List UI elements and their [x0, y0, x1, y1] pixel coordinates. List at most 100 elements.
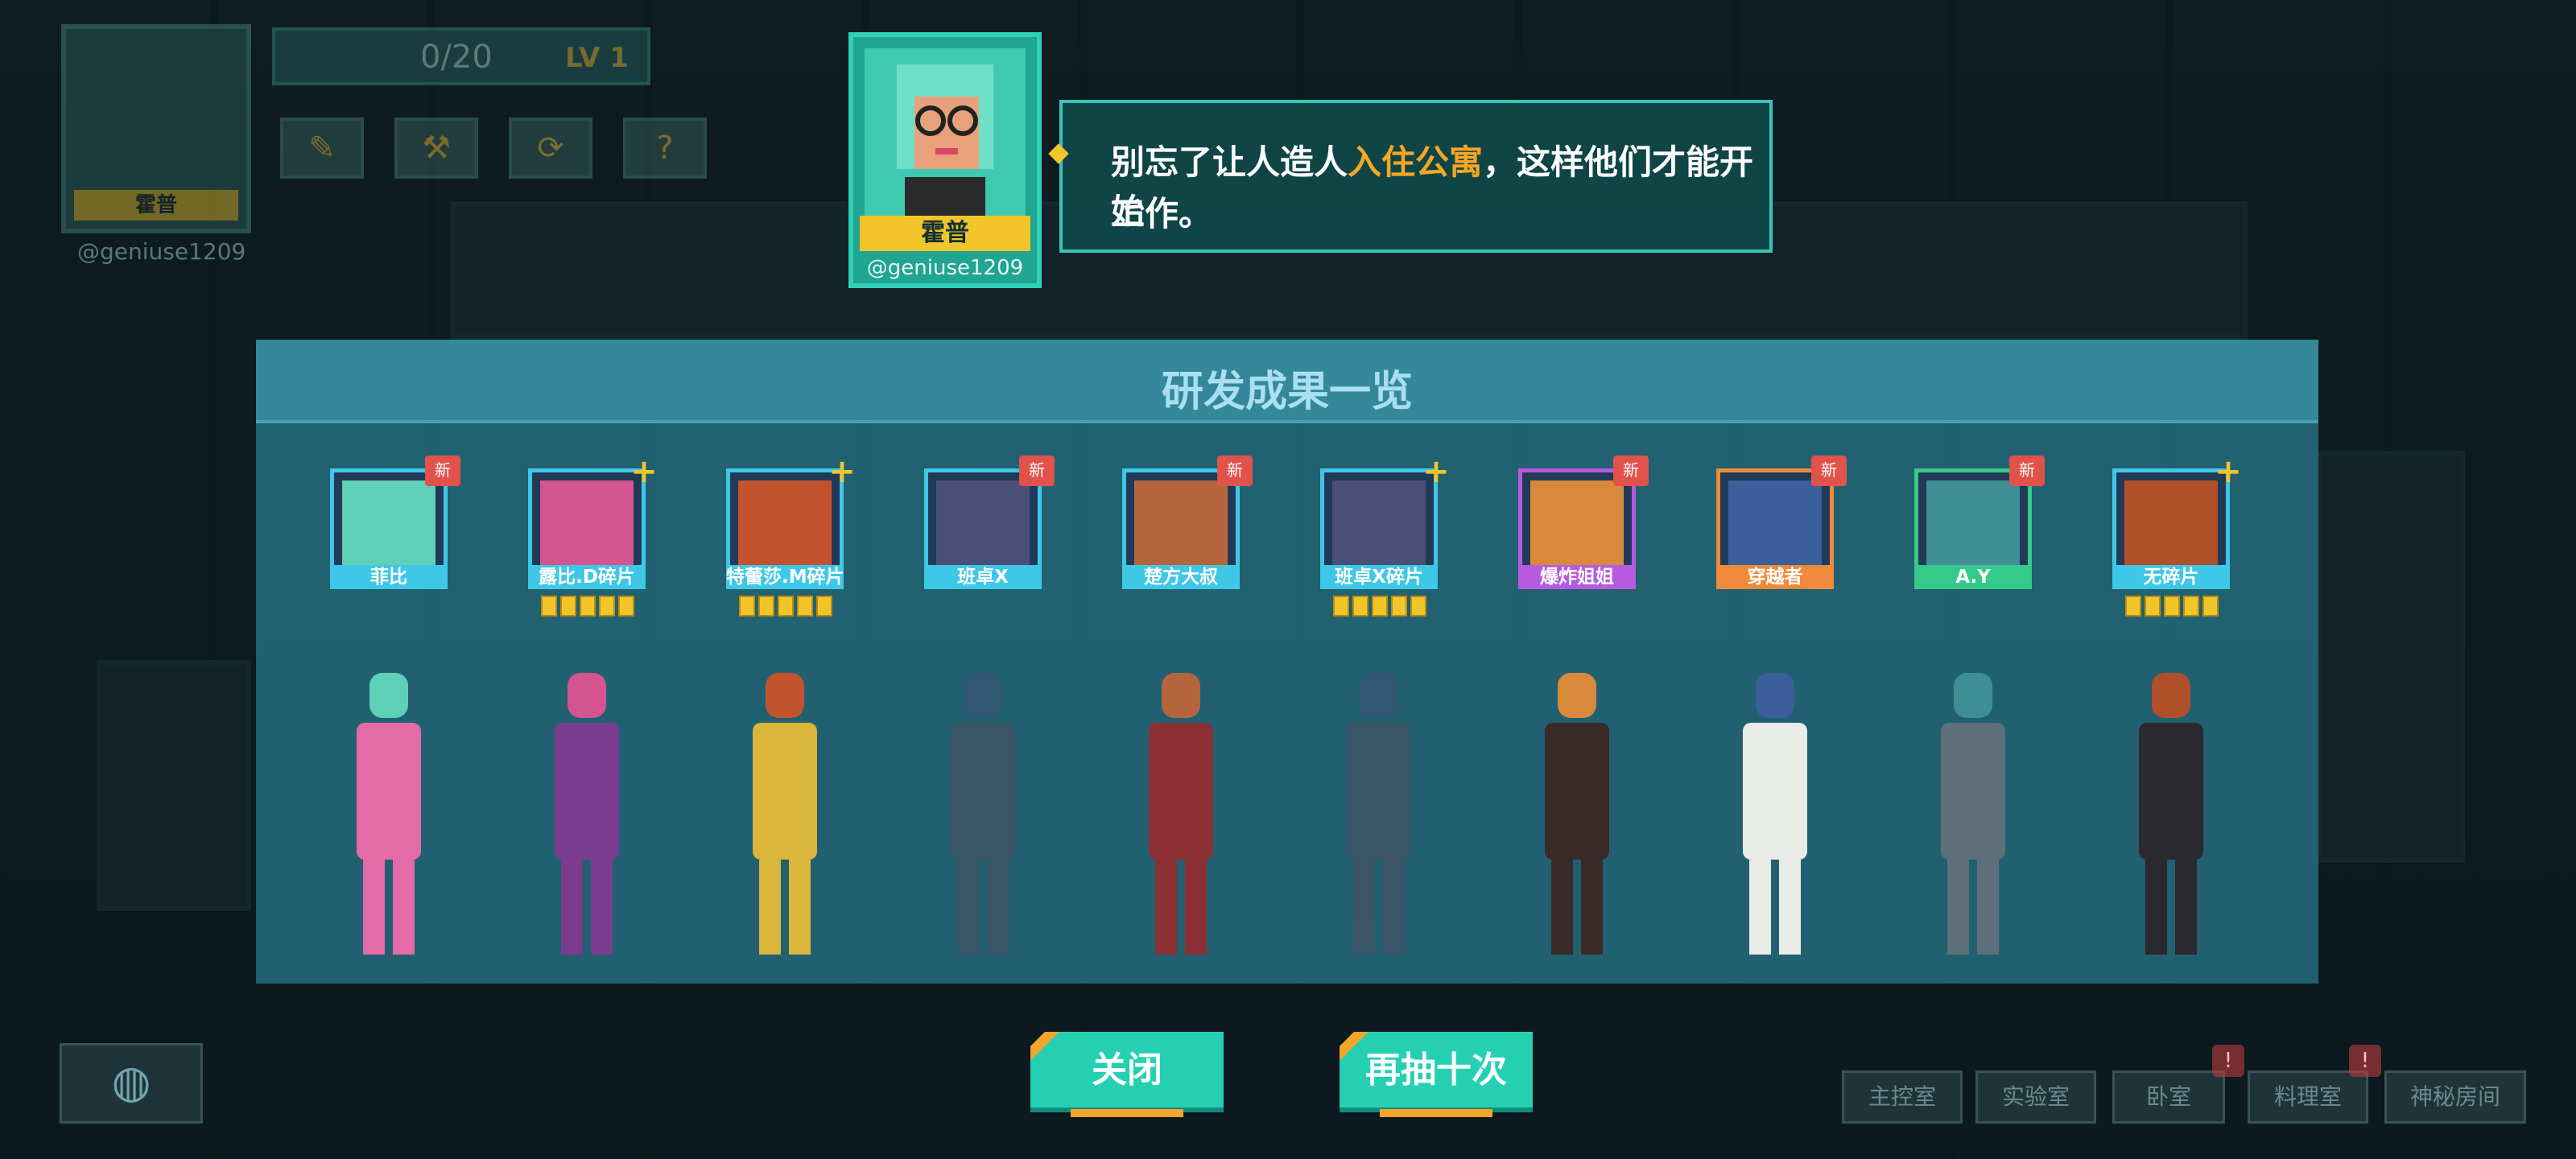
results-header: 研发成果一览: [256, 340, 2318, 423]
figure-legs: [2145, 860, 2197, 955]
nav-lab[interactable]: 实验室: [1975, 1070, 2096, 1124]
fragment-pip: [599, 596, 615, 617]
speaker-name: 霍普: [860, 216, 1030, 251]
result-card[interactable]: 楚方大叔 新: [1122, 456, 1253, 605]
figure-head: [1558, 673, 1596, 718]
close-button-label: 关闭: [1092, 1050, 1162, 1091]
fragment-pip: [541, 596, 557, 617]
fragment-plus-icon: +: [828, 453, 856, 490]
new-badge: 新: [1613, 456, 1649, 486]
speaker-handle: @geniuse1209: [866, 256, 1024, 280]
new-badge: 新: [425, 456, 460, 486]
redraw-button-label: 再抽十次: [1365, 1050, 1507, 1091]
fragment-pip: [1410, 596, 1426, 617]
character-figure: [1521, 662, 1633, 961]
nav-mystery-room[interactable]: 神秘房间: [2384, 1070, 2526, 1124]
player-handle: @geniuse1209: [77, 238, 246, 265]
card-label: 楚方大叔: [1122, 565, 1240, 589]
card-label: 菲比: [330, 565, 448, 589]
figure-legs: [1155, 860, 1207, 955]
nav-kitchen[interactable]: 料理室: [2248, 1070, 2368, 1124]
fragment-pip: [1391, 596, 1407, 617]
card-label: 露比.D碎片: [528, 565, 646, 589]
figure-body: [1149, 723, 1213, 860]
level-label: LV 1: [565, 42, 629, 74]
result-card[interactable]: 穿越者 新: [1716, 456, 1847, 605]
figure-legs: [1749, 860, 1801, 955]
figure-legs: [759, 860, 811, 955]
fragment-pip: [580, 596, 596, 617]
fragment-plus-icon: +: [2215, 453, 2242, 490]
character-avatar: [1728, 481, 1822, 572]
fragment-pip: [778, 596, 794, 617]
figure-head: [1162, 673, 1200, 718]
result-card[interactable]: A.Y 新: [1914, 456, 2045, 605]
result-card[interactable]: 特蕾莎.M碎片 +: [726, 456, 856, 617]
fragment-pips: [739, 596, 832, 617]
player-name: 霍普: [74, 190, 238, 221]
globe-icon[interactable]: ◍: [60, 1043, 203, 1124]
redraw-ten-button[interactable]: 再抽十次: [1340, 1032, 1533, 1112]
card-label: A.Y: [1914, 565, 2032, 589]
new-badge: 新: [1217, 456, 1253, 486]
card-label: 班卓X: [924, 565, 1042, 589]
character-avatar: [342, 481, 436, 572]
note-icon[interactable]: ✎: [280, 118, 364, 179]
dialog-box[interactable]: 别忘了让人造人入住公寓，这样他们才能开始 工作。: [1048, 100, 1773, 253]
card-label: 穿越者: [1716, 565, 1834, 589]
character-figure: [2115, 662, 2227, 961]
fragment-pip: [816, 596, 832, 617]
question-icon[interactable]: ?: [623, 118, 707, 179]
fragment-pip: [2164, 596, 2180, 617]
figure-head: [568, 673, 606, 718]
dialog-text-line2: 工作。: [1111, 194, 1213, 233]
result-card[interactable]: 爆炸姐姐 新: [1518, 456, 1649, 605]
fragment-pip: [2145, 596, 2161, 617]
kitchen-alert-badge: !: [2349, 1045, 2381, 1077]
result-card[interactable]: 菲比 新: [330, 456, 460, 605]
character-avatar: [1926, 481, 2020, 572]
character-figure: [530, 662, 643, 961]
fragment-pip: [739, 596, 755, 617]
fragment-plus-icon: +: [1422, 453, 1450, 490]
figure-legs: [363, 860, 415, 955]
fragment-pip: [560, 596, 576, 617]
new-badge: 新: [1019, 456, 1055, 486]
close-button[interactable]: 关闭: [1030, 1032, 1224, 1112]
figure-body: [951, 723, 1015, 860]
result-card[interactable]: 露比.D碎片 +: [528, 456, 658, 617]
figure-body: [1941, 723, 2005, 860]
fragment-pip: [618, 596, 634, 617]
character-figure: [927, 662, 1039, 961]
result-card[interactable]: 无碎片 +: [2112, 456, 2242, 617]
character-avatar: [2124, 481, 2218, 572]
fragment-pips: [541, 596, 634, 617]
figure-body: [753, 723, 817, 860]
result-card[interactable]: 班卓X碎片 +: [1320, 456, 1450, 617]
player-portrait[interactable]: 霍普: [61, 24, 251, 233]
bedroom-alert-badge: !: [2212, 1045, 2244, 1077]
fragment-pip: [2202, 596, 2219, 617]
character-avatar: [1530, 481, 1624, 572]
dialog-text-before: 别忘了让人造人: [1111, 142, 1348, 182]
character-figure: [332, 662, 445, 961]
close-button-underline: [1071, 1109, 1183, 1117]
fragment-pips: [2125, 596, 2219, 617]
results-panel: 研发成果一览 菲比 新露比.D碎片 + 特蕾莎.M碎片 + 班卓X 新楚方大叔 新班卓X碎片 +…: [256, 340, 2318, 984]
figure-body: [1347, 723, 1411, 860]
fragment-pip: [1333, 596, 1349, 617]
player-progress-bar: 0/20 LV 1: [272, 27, 650, 85]
results-title: 研发成果一览: [1161, 368, 1413, 416]
refresh-icon[interactable]: ⟳: [509, 118, 592, 179]
fragment-pip: [1372, 596, 1388, 617]
nav-bedroom[interactable]: 卧室: [2112, 1070, 2225, 1124]
fragment-plus-icon: +: [630, 453, 658, 490]
figure-head: [1756, 673, 1794, 718]
result-card[interactable]: 班卓X 新: [924, 456, 1055, 605]
new-badge: 新: [1811, 456, 1847, 486]
wrench-icon[interactable]: ⚒: [394, 118, 478, 179]
character-figure: [1125, 662, 1237, 961]
nav-main-control[interactable]: 主控室: [1842, 1070, 1963, 1124]
character-avatar: [540, 481, 634, 572]
dialog-text-highlight: 入住公寓: [1348, 142, 1484, 182]
